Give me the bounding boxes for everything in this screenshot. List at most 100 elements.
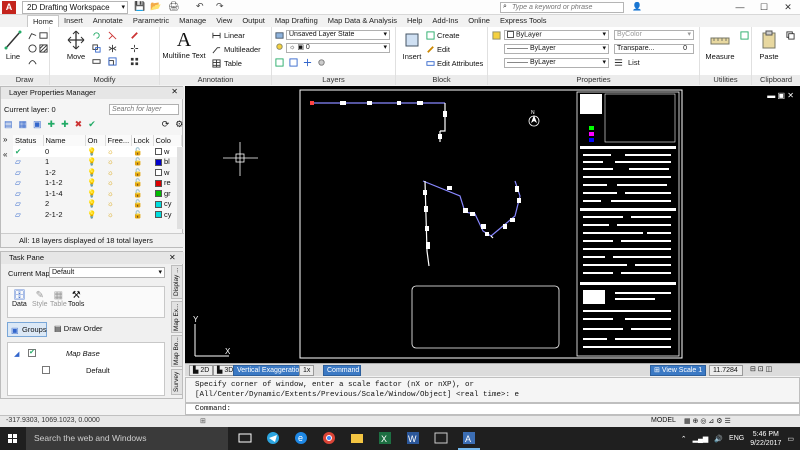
data-button[interactable]: 🗄 Data xyxy=(12,290,27,308)
modify-panel-title[interactable]: Modify xyxy=(50,75,159,85)
model-space-button[interactable]: MODEL xyxy=(651,417,676,424)
search-box[interactable]: ⌕ xyxy=(500,0,630,15)
draw-order-button[interactable]: ▤ Draw Order xyxy=(54,324,103,333)
layers-panel-title[interactable]: Layers xyxy=(272,75,395,85)
lock-icon[interactable]: 🔓 xyxy=(131,157,153,168)
view-scale-button[interactable]: ⊞ View Scale 1 xyxy=(650,365,707,376)
expand-filters-icon[interactable]: » xyxy=(3,135,7,144)
open-icon[interactable]: 📂 xyxy=(150,1,161,14)
close-icon[interactable]: ✕ xyxy=(169,253,176,262)
collapse-filters-icon[interactable]: « xyxy=(3,150,7,159)
language-indicator[interactable]: ENG xyxy=(729,435,744,442)
vtab-survey[interactable]: Survey xyxy=(171,369,183,395)
new-layer-vp-icon[interactable]: ✚ xyxy=(61,119,69,130)
new-group-filter-icon[interactable]: ▦ xyxy=(19,119,28,130)
layer-name[interactable]: 0 xyxy=(43,146,85,157)
layer-name[interactable]: 1-2 xyxy=(43,167,85,178)
bulb-icon[interactable]: 💡 xyxy=(85,199,105,210)
tab-home[interactable]: Home xyxy=(27,15,60,27)
quick-select-icon[interactable] xyxy=(740,31,749,40)
default-checkbox[interactable] xyxy=(42,366,50,374)
viewport-nav-icons[interactable]: ⊟ ⊡ ◫ xyxy=(750,365,772,373)
start-button[interactable] xyxy=(0,427,26,450)
bulb-icon[interactable]: 💡 xyxy=(85,188,105,199)
volume-icon[interactable]: 🔊 xyxy=(714,435,723,443)
status-toggles[interactable]: ▦ ⊕ ◎ ⊿ ⚙ ☰ xyxy=(684,417,731,425)
mirror-icon[interactable] xyxy=(108,44,117,53)
file-explorer-icon[interactable] xyxy=(350,431,364,445)
user-icon[interactable]: 👤 xyxy=(632,2,642,11)
bulb-icon[interactable]: 💡 xyxy=(85,157,105,168)
stretch-icon[interactable] xyxy=(92,57,101,66)
vtab-map-book[interactable]: Map Bo... xyxy=(171,335,183,367)
list-button[interactable]: List xyxy=(628,58,640,67)
sun-icon[interactable]: ☼ xyxy=(105,146,131,157)
bulb-icon[interactable] xyxy=(275,43,284,52)
command-input[interactable]: Command: xyxy=(185,403,800,415)
lock-icon[interactable]: 🔓 xyxy=(131,167,153,178)
autocad-taskbar-icon[interactable]: A xyxy=(462,431,476,445)
multileader-button[interactable]: Multileader xyxy=(224,45,261,54)
arc-icon[interactable] xyxy=(28,57,37,66)
layer-name[interactable]: 1-1-2 xyxy=(43,178,85,189)
sun-icon[interactable]: ☼ xyxy=(105,188,131,199)
layer-states-icon[interactable]: ▣ xyxy=(33,119,42,130)
column-lock[interactable]: Lock xyxy=(131,135,154,146)
sun-icon[interactable]: ☼ xyxy=(105,178,131,189)
tray-chevron-icon[interactable]: ⌃ xyxy=(681,435,687,443)
bulb-icon[interactable]: 💡 xyxy=(85,178,105,189)
color-select[interactable]: ByLayer ▾ xyxy=(504,30,609,40)
polyline-icon[interactable] xyxy=(28,31,37,40)
new-layer-icon[interactable]: ✚ xyxy=(48,119,56,130)
tab-insert[interactable]: Insert xyxy=(59,15,88,27)
groups-button[interactable]: ▣ Groups xyxy=(7,322,47,337)
telegram-icon[interactable] xyxy=(266,431,280,445)
erase-icon[interactable] xyxy=(130,31,139,40)
view-scale-value[interactable]: 11.7284 xyxy=(709,365,743,376)
map-base-checkbox[interactable]: ✔ xyxy=(28,349,36,357)
layer-row[interactable]: ▱ 1-1-2 💡 ☼ 🔓 re xyxy=(13,178,182,189)
utilities-panel-title[interactable]: Utilities xyxy=(700,75,751,85)
drawing-tools-icons[interactable]: ⊞ xyxy=(200,417,206,425)
workspace-select[interactable]: 2D Drafting Workspace ▾ xyxy=(22,1,128,14)
block-panel-title[interactable]: Block xyxy=(396,75,487,85)
clipboard-panel-title[interactable]: Clipboard xyxy=(752,75,800,85)
tab-output[interactable]: Output xyxy=(237,15,270,27)
layer-isolate-icon[interactable] xyxy=(289,58,298,67)
notifications-icon[interactable]: ▭ xyxy=(787,435,794,443)
tab-map-data-analysis[interactable]: Map Data & Analysis xyxy=(323,15,402,27)
vtab-display[interactable]: Display ... xyxy=(171,265,183,299)
rectangle-icon[interactable] xyxy=(39,31,48,40)
layer-state-select[interactable]: Unsaved Layer State ▾ xyxy=(286,30,390,40)
tab-map-drafting[interactable]: Map Drafting xyxy=(270,15,323,27)
column-color[interactable]: Colo xyxy=(153,135,182,146)
linetype-select[interactable]: ——— ByLayer ▾ xyxy=(504,58,609,68)
lineweight-select[interactable]: ——— ByLayer ▾ xyxy=(504,44,609,54)
layer-row[interactable]: ▱ 2-1-2 💡 ☼ 🔓 cy xyxy=(13,209,182,220)
sun-icon[interactable]: ☼ xyxy=(105,199,131,210)
set-current-icon[interactable]: ✔ xyxy=(88,119,96,130)
layer-name[interactable]: 2-1-2 xyxy=(43,209,85,220)
explode-icon[interactable] xyxy=(130,44,139,53)
lock-icon[interactable]: 🔓 xyxy=(131,178,153,189)
refresh-icon[interactable]: ⟳ xyxy=(162,119,170,130)
layer-row[interactable]: ▱ 1 💡 ☼ 🔓 bl xyxy=(13,157,182,168)
tab-parametric[interactable]: Parametric xyxy=(128,15,174,27)
sun-icon[interactable]: ☼ xyxy=(105,167,131,178)
table-view-button[interactable]: ▦ Table xyxy=(50,290,67,308)
current-layer-select[interactable]: ☼ ▣ 0 ▾ xyxy=(286,43,390,53)
line-button[interactable]: Line xyxy=(3,30,23,61)
layer-row[interactable]: ▱ 1-2 💡 ☼ 🔓 w xyxy=(13,167,182,178)
lock-icon[interactable]: 🔓 xyxy=(131,199,153,210)
layer-match-icon[interactable] xyxy=(275,58,284,67)
annotation-panel-title[interactable]: Annotation xyxy=(160,75,271,85)
column-status[interactable]: Status xyxy=(13,135,44,146)
measure-button[interactable]: Measure xyxy=(702,30,738,61)
expand-icon[interactable]: ◢ xyxy=(14,350,19,358)
properties-panel-title[interactable]: Properties xyxy=(488,75,699,85)
command-tab[interactable]: Command xyxy=(323,365,361,376)
lock-icon[interactable]: 🔓 xyxy=(131,188,153,199)
multiline-text-button[interactable]: A Multiline Text xyxy=(162,29,206,60)
close-icon[interactable]: ✕ xyxy=(171,87,178,96)
layer-name[interactable]: 1 xyxy=(43,157,85,168)
